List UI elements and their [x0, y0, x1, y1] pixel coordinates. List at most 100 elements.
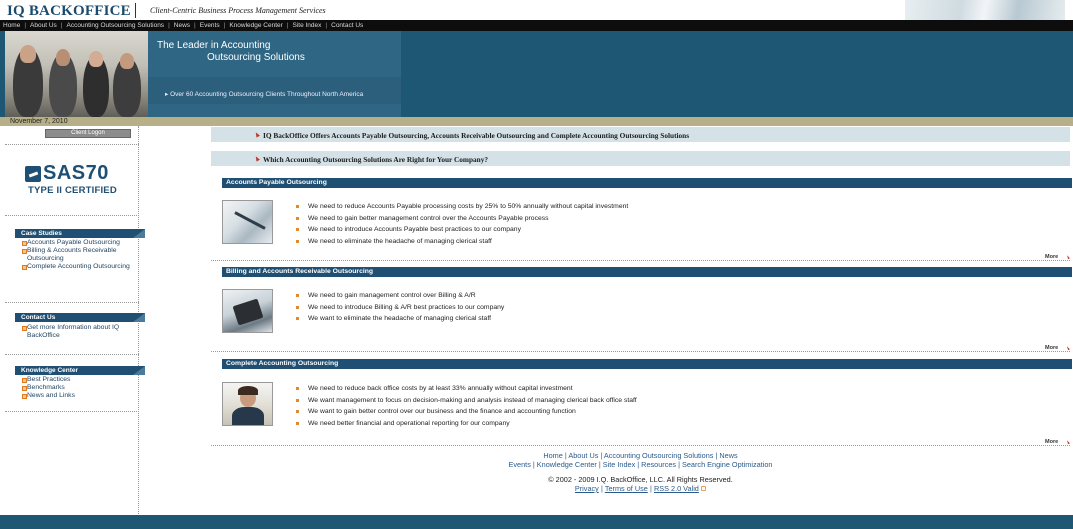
section-divider [211, 351, 1070, 352]
site-logo[interactable]: IQ BACKOFFICE [7, 3, 131, 20]
contact-list: Get more Information about IQ BackOffice [22, 324, 140, 340]
nav-separator: | [60, 22, 63, 29]
case-studies-list: Accounts Payable Outsourcing Billing & A… [22, 239, 140, 271]
top-navigation: Home | About Us | Accounting Outsourcing S… [0, 20, 1073, 31]
case-studies-heading: Case Studies [15, 229, 145, 238]
knowledge-center-heading: Knowledge Center [15, 366, 145, 375]
header-decoration [905, 0, 1065, 20]
nav-separator: | [286, 22, 289, 29]
sidebar-item-billing-ar[interactable]: Billing & Accounts Receivable Outsourcin… [22, 247, 140, 263]
red-arrow-icon [1066, 345, 1070, 351]
pen-shape [234, 211, 266, 230]
rss-icon [701, 486, 707, 492]
left-sidebar: Client Logon SAS70 TYPE II CERTIFIED Cas… [5, 126, 145, 514]
footer-links-line1[interactable]: Home | About Us | Accounting Outsourcing… [211, 451, 1070, 460]
complete-accounting-thumbnail-image [222, 382, 273, 426]
logo-divider [135, 3, 136, 18]
billing-bullet: We need to gain management control over … [296, 290, 504, 302]
nav-events[interactable]: Events [200, 22, 220, 29]
ap-thumbnail-image [222, 200, 273, 244]
person-face [89, 51, 103, 67]
nav-home[interactable]: Home [3, 22, 20, 29]
section-heading-complete-accounting[interactable]: Complete Accounting Outsourcing [222, 359, 1072, 369]
feature-offerings-text[interactable]: IQ BackOffice Offers Accounts Payable Ou… [263, 131, 689, 140]
complete-accounting-bullet-list: We need to reduce back office costs by a… [296, 383, 637, 429]
person-body [232, 407, 264, 425]
footer-copyright: © 2002 - 2009 I.Q. BackOffice, LLC. All … [548, 475, 733, 484]
ap-bullet: We need to eliminate the headache of man… [296, 236, 628, 248]
sidebar-item-get-information[interactable]: Get more Information about IQ BackOffice [22, 324, 140, 340]
client-logon-button[interactable]: Client Logon [45, 129, 131, 138]
header: IQ BACKOFFICE Client-Centric Business Pr… [0, 0, 1073, 20]
feature-bar-which-solutions[interactable]: Which Accounting Outsourcing Solutions A… [211, 151, 1070, 167]
ap-bullet: We need to gain better management contro… [296, 213, 628, 225]
banner-subtitle[interactable]: ▸ Over 60 Accounting Outsourcing Clients… [165, 90, 363, 98]
person-face [120, 53, 134, 69]
banner-text-box: The Leader in Accounting Outsourcing Sol… [148, 31, 401, 117]
section-heading-ap[interactable]: Accounts Payable Outsourcing [222, 178, 1072, 188]
feature-which-solutions-text[interactable]: Which Accounting Outsourcing Solutions A… [263, 155, 488, 164]
site-tagline: Client-Centric Business Process Manageme… [150, 6, 326, 15]
feature-bar-offerings[interactable]: IQ BackOffice Offers Accounts Payable Ou… [211, 127, 1070, 143]
nav-separator: | [325, 22, 328, 29]
ap-bullet: We need to introduce Accounts Payable be… [296, 224, 628, 236]
footer: Home | About Us | Accounting Outsourcing… [211, 451, 1070, 493]
sidebar-divider [5, 411, 139, 412]
billing-thumbnail-image [222, 289, 273, 333]
nav-separator: | [194, 22, 196, 29]
calculator-shape [232, 298, 264, 326]
person-face [56, 49, 70, 66]
sidebar-item-best-practices[interactable]: Best Practices [22, 376, 140, 384]
complete-accounting-bullet: We need better financial and operational… [296, 418, 637, 430]
sidebar-divider [5, 354, 139, 355]
privacy-link[interactable]: Privacy [575, 484, 599, 493]
knowledge-list: Best Practices Benchmarks News and Links [22, 376, 140, 400]
sidebar-item-ap-outsourcing[interactable]: Accounts Payable Outsourcing [22, 239, 140, 247]
nav-contact-us[interactable]: Contact Us [331, 22, 363, 29]
billing-bullet: We want to eliminate the headache of man… [296, 313, 504, 325]
red-arrow-icon [1066, 254, 1070, 260]
sas70-title: SAS70 [43, 162, 109, 184]
person-hair [238, 386, 258, 395]
footer-legal-links: Privacy | Terms of Use | RSS 2.0 Valid [211, 484, 1070, 493]
nav-separator: | [223, 22, 226, 29]
current-date: November 7, 2010 [10, 117, 68, 125]
nav-site-index[interactable]: Site Index [293, 22, 322, 29]
red-arrow-icon [254, 155, 260, 162]
section-divider [211, 260, 1070, 261]
sidebar-divider [5, 144, 139, 145]
billing-bullet-list: We need to gain management control over … [296, 290, 504, 325]
sidebar-item-news-links[interactable]: News and Links [22, 392, 140, 400]
sidebar-divider [5, 215, 139, 216]
nav-separator: | [168, 22, 170, 29]
sidebar-item-complete-accounting[interactable]: Complete Accounting Outsourcing [22, 263, 140, 271]
banner-team-photo [5, 31, 148, 117]
nav-accounting-solutions[interactable]: Accounting Outsourcing Solutions [67, 22, 165, 29]
sas70-subtitle: TYPE II CERTIFIED [28, 185, 117, 196]
footer-links-line2[interactable]: Events | Knowledge Center | Site Index |… [211, 460, 1070, 469]
sidebar-divider [5, 302, 139, 303]
nav-separator: | [24, 22, 27, 29]
sas70-logo-icon [25, 166, 41, 182]
red-arrow-icon [1066, 439, 1070, 445]
banner-title-line2: Outsourcing Solutions [207, 52, 305, 63]
nav-about-us[interactable]: About Us [30, 22, 57, 29]
complete-accounting-bullet: We want to gain better control over our … [296, 406, 637, 418]
billing-bullet: We need to introduce Billing & A/R best … [296, 302, 504, 314]
date-bar: November 7, 2010 [0, 117, 1073, 126]
sas70-badge: SAS70 TYPE II CERTIFIED [25, 162, 129, 197]
nav-knowledge-center[interactable]: Knowledge Center [229, 22, 282, 29]
terms-of-use-link[interactable]: Terms of Use [605, 484, 648, 493]
section-heading-billing-ar[interactable]: Billing and Accounts Receivable Outsourc… [222, 267, 1072, 277]
nav-news[interactable]: News [174, 22, 190, 29]
hero-banner: The Leader in Accounting Outsourcing Sol… [0, 31, 1073, 117]
sidebar-item-benchmarks[interactable]: Benchmarks [22, 384, 140, 392]
bottom-bar [0, 515, 1073, 529]
complete-accounting-bullet: We want management to focus on decision-… [296, 395, 637, 407]
ap-bullet-list: We need to reduce Accounts Payable proce… [296, 201, 628, 247]
complete-accounting-bullet: We need to reduce back office costs by a… [296, 383, 637, 395]
person-face [20, 45, 36, 63]
red-arrow-icon [254, 131, 260, 138]
rss-link[interactable]: RSS 2.0 Valid [654, 484, 699, 493]
contact-us-heading: Contact Us [15, 313, 145, 322]
